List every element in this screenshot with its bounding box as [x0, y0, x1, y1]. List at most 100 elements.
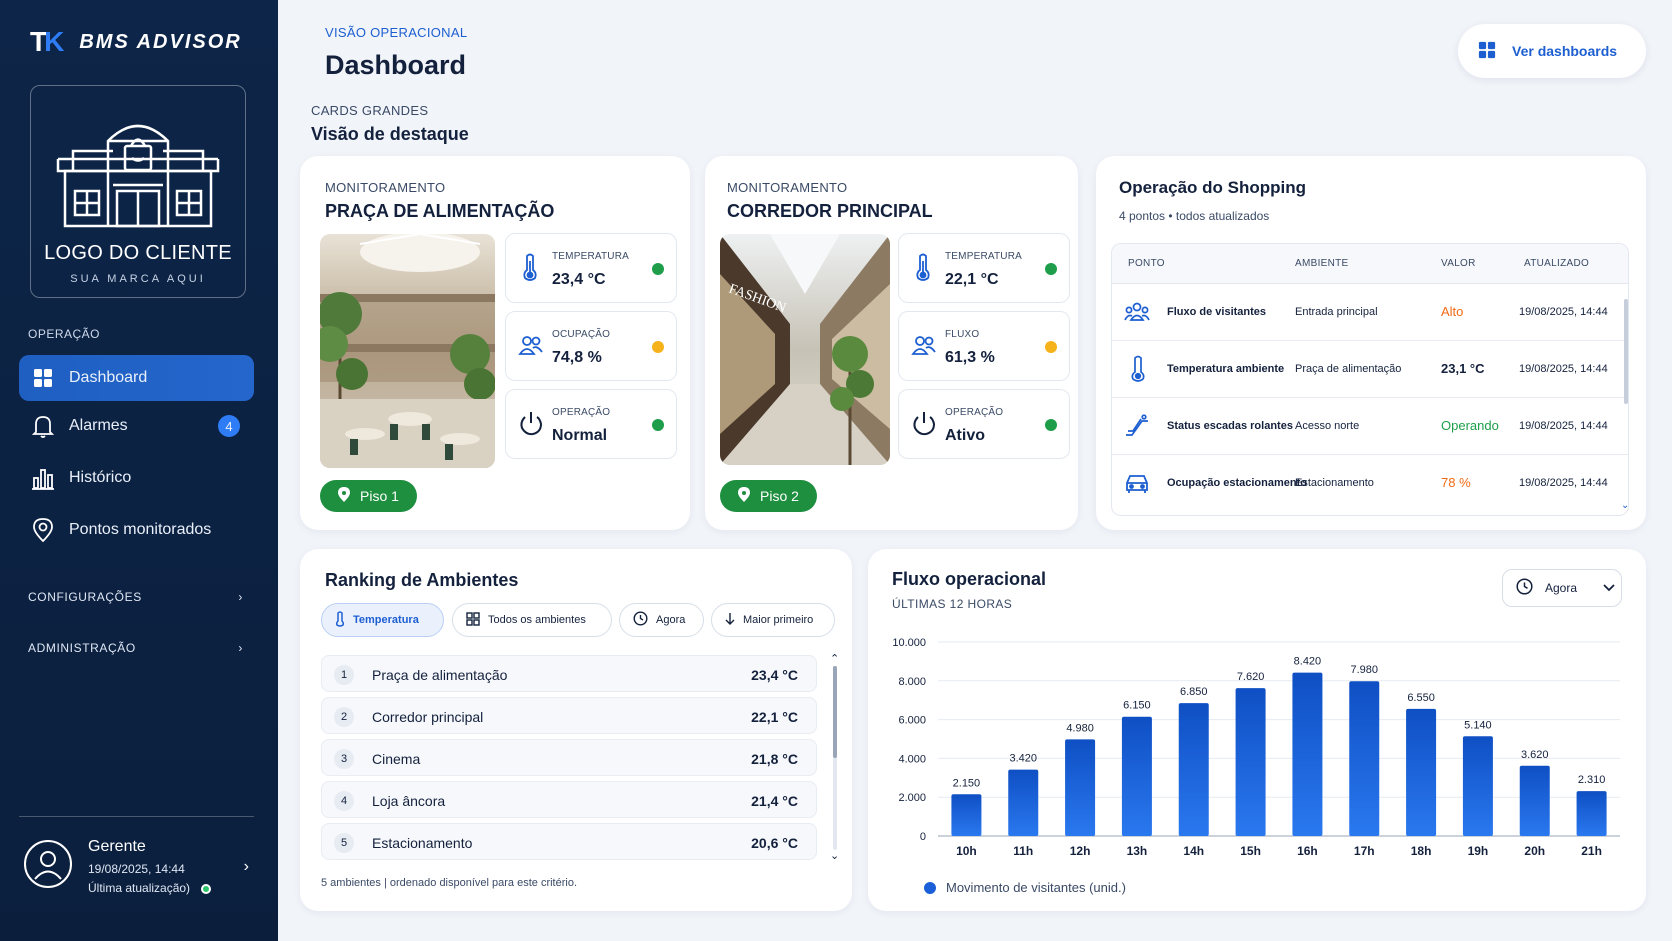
sidebar-item-label: Histórico	[69, 469, 132, 486]
y-tick-label: 0	[920, 831, 926, 843]
rank-label: Estacionamento	[372, 835, 473, 851]
data-label: 2.310	[1578, 774, 1606, 786]
thermometer-icon	[335, 610, 345, 630]
chevron-down-icon[interactable]: ⌄	[830, 849, 839, 862]
ver-dashboards-button[interactable]: Ver dashboards	[1458, 24, 1646, 78]
chip-agora[interactable]: Agora	[619, 603, 704, 637]
sidebar-item-pontos[interactable]: Pontos monitorados	[19, 507, 254, 553]
list-item[interactable]: 4 Loja âncora 21,4 °C	[321, 781, 817, 818]
page-title: Dashboard	[325, 50, 467, 80]
table-scrollbar[interactable]	[1624, 299, 1628, 404]
administracao-label: ADMINISTRAÇÃO	[28, 641, 136, 655]
data-label: 6.150	[1123, 700, 1151, 712]
chip-maior-primeiro[interactable]: Maior primeiro	[711, 603, 835, 637]
chevron-down-icon[interactable]: ⌄	[1621, 500, 1628, 511]
x-tick-label: 20h	[1524, 844, 1545, 858]
header-kicker: VISÃO OPERACIONAL	[325, 25, 468, 40]
brand-name: BMS ADVISOR	[79, 30, 242, 53]
storefront-icon	[56, 124, 220, 228]
chart-legend: Movimento de visitantes (unid.)	[924, 880, 1126, 895]
chevron-up-icon[interactable]: ⌃	[830, 652, 839, 665]
column-header: PONTO	[1128, 258, 1165, 269]
thermometer-icon	[1129, 355, 1147, 386]
metric-value: Ativo	[945, 427, 985, 444]
group-icon	[1124, 300, 1150, 327]
monitor-kicker: MONITORAMENTO	[727, 180, 848, 195]
chip-todos-ambientes[interactable]: Todos os ambientes	[452, 603, 612, 637]
x-tick-label: 11h	[1013, 844, 1033, 858]
chevron-right-icon: ›	[243, 858, 249, 875]
operacao-title: Operação do Shopping	[1119, 178, 1307, 197]
ranking-footer: 5 ambientes | ordenado disponível para e…	[321, 877, 578, 889]
table-row[interactable]: Status escadas rolantes Acesso norte Ope…	[1112, 398, 1628, 455]
sidebar-divider	[19, 816, 254, 817]
fluxo-time-select[interactable]: Agora	[1502, 569, 1622, 607]
chip-label: Todos os ambientes	[488, 614, 586, 626]
column-header: VALOR	[1441, 258, 1476, 269]
ranking-scrollbar-thumb[interactable]	[833, 666, 837, 758]
sidebar-item-alarmes[interactable]: Alarmes 4	[19, 403, 254, 449]
user-icon	[34, 851, 62, 880]
atualizado: 19/08/2025, 14:44	[1519, 477, 1608, 489]
bar	[1292, 672, 1323, 836]
legend-label: Movimento de visitantes (unid.)	[946, 880, 1126, 895]
floor-badge-piso1[interactable]: Piso 1	[320, 480, 417, 512]
sidebar-item-historico[interactable]: Histórico	[19, 455, 254, 501]
bar	[1121, 716, 1152, 836]
status-dot	[652, 419, 664, 431]
location-pin-icon	[738, 486, 750, 506]
floor-badge-piso2[interactable]: Piso 2	[720, 480, 817, 512]
section-operacao: OPERAÇÃO	[28, 327, 101, 341]
alarm-count-badge: 4	[218, 415, 240, 437]
data-label: 6.850	[1180, 686, 1208, 698]
brand-logo-icon: TK	[30, 26, 64, 57]
fluxo-bar-chart: 0 2.000 4.000 6.000 8.000 10.000 2.150 10h 3.420…	[892, 637, 1620, 858]
list-item[interactable]: 2 Corredor principal 22,1 °C	[321, 697, 817, 734]
client-logo-subtitle: SUA MARCA AQUI	[70, 273, 206, 285]
x-tick-label: 13h	[1127, 844, 1148, 858]
atualizado: 19/08/2025, 14:44	[1519, 306, 1608, 318]
list-item[interactable]: 1 Praça de alimentação 23,4 °C	[321, 655, 817, 692]
y-tick-label: 2.000	[898, 792, 926, 804]
ambiente-name: Estacionamento	[1295, 477, 1374, 489]
people-icon	[911, 330, 937, 360]
location-pin-icon	[338, 486, 350, 506]
chevron-right-icon: ›	[238, 590, 243, 604]
section-title: Visão de destaque	[311, 124, 469, 144]
rank-label: Praça de alimentação	[372, 667, 508, 683]
table-row[interactable]: Ocupação estacionamento Estacionamento 7…	[1112, 455, 1628, 512]
bar	[1406, 708, 1437, 836]
metric-value: 23,4 °C	[552, 271, 606, 288]
metric-value: 74,8 %	[552, 349, 602, 366]
list-item[interactable]: 3 Cinema 21,8 °C	[321, 739, 817, 776]
rank-label: Loja âncora	[372, 793, 446, 809]
rank-value: 21,8 °C	[751, 751, 798, 767]
sidebar-item-dashboard[interactable]: Dashboard	[19, 355, 254, 401]
location-pin-icon	[31, 518, 55, 542]
corridor-photo: FASHION	[720, 234, 890, 465]
list-item[interactable]: 5 Estacionamento 20,6 °C	[321, 823, 817, 860]
y-tick-label: 6.000	[898, 715, 926, 727]
metric-temperatura: TEMPERATURA 23,4 °C	[505, 233, 677, 303]
x-tick-label: 15h	[1240, 844, 1261, 858]
brand: TK BMS ADVISOR	[30, 26, 242, 58]
metric-value: 61,3 %	[945, 349, 995, 366]
rank-label: Cinema	[372, 751, 421, 767]
chip-temperatura[interactable]: Temperatura	[321, 603, 444, 637]
user-profile[interactable]: Gerente 19/08/2025, 14:44 Última atualiz…	[24, 838, 249, 908]
food-court-photo	[320, 234, 495, 468]
bar	[1065, 739, 1096, 836]
data-label: 8.420	[1294, 656, 1322, 668]
sidebar-configuracoes[interactable]: CONFIGURAÇÕES ›	[28, 590, 243, 604]
ambiente-name: Praça de alimentação	[1295, 363, 1402, 375]
bar	[1178, 703, 1209, 836]
bell-icon	[31, 414, 55, 438]
table-row[interactable]: Fluxo de visitantes Entrada principal Al…	[1112, 284, 1628, 341]
sidebar-administracao[interactable]: ADMINISTRAÇÃO ›	[28, 641, 243, 655]
ambiente-name: Entrada principal	[1295, 306, 1378, 318]
table-row[interactable]: Temperatura ambiente Praça de alimentaçã…	[1112, 341, 1628, 398]
rank-number: 4	[334, 791, 354, 811]
status-dot	[1045, 341, 1057, 353]
x-tick-label: 10h	[956, 844, 977, 858]
bar	[1576, 791, 1607, 836]
